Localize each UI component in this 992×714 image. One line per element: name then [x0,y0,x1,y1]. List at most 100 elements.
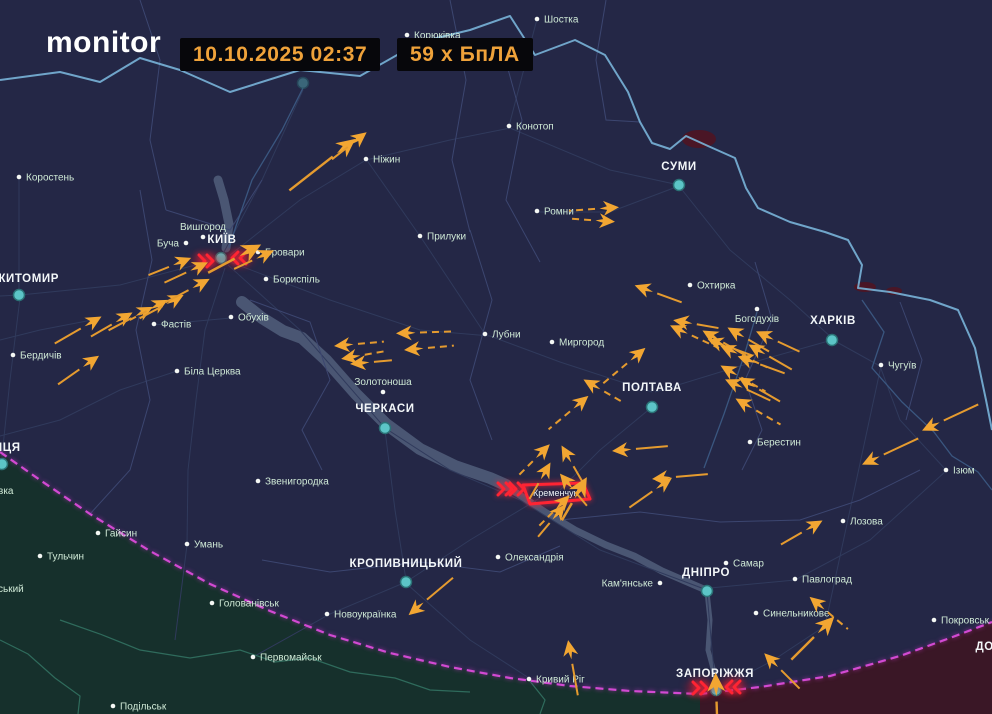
river [229,88,303,248]
timestamp-badge: 10.10.2025 02:37 [180,38,380,71]
city-marker: СУМИ [661,161,697,191]
drone-icon[interactable] [919,398,982,438]
drone-icon[interactable] [632,278,684,309]
drone-trail [365,351,387,355]
town-marker: Прилуки [418,232,466,243]
town-label: ський [0,584,24,595]
town-dot [38,554,43,559]
town-dot [405,33,410,38]
ukraine-map[interactable]: КременчукКорюківкаШосткаКонотопНіжинРомн… [0,0,992,714]
town-label: Первомайськ [260,653,322,664]
monitor-logo: monitor [46,26,161,60]
city-dot [14,290,25,301]
drone-icon[interactable] [651,467,708,487]
drone-icon[interactable] [859,432,922,472]
drone-shape [569,390,594,414]
town-label: Фастів [161,320,191,331]
drone-shape [722,373,746,395]
city-label: ЧЕРКАСИ [355,403,414,415]
town-dot [507,124,512,129]
drone-shape [717,359,741,382]
town-marker: Голованівськ [210,599,280,610]
drone-trail [358,342,384,344]
town-dot [111,704,116,709]
drone-icon[interactable] [753,325,803,359]
drone-icon[interactable] [569,200,620,218]
town-dot [418,234,423,239]
road-line [2,298,20,456]
town-dot [841,519,846,524]
city-dot [298,78,309,89]
drone-icon[interactable] [544,390,593,435]
town-dot [754,611,759,616]
drone-trail [760,364,784,373]
town-marker: Бориспіль [264,275,320,286]
drone-shape [759,648,783,672]
drone-shape [534,459,557,483]
no-alert-zone [0,452,700,714]
town-label: Новоукраїнка [334,610,397,621]
city-label: ДОНЕЦЬК [976,641,992,653]
drone-icon[interactable] [51,310,105,350]
drone-shape [611,442,632,459]
city-dot [0,459,8,470]
town-dot [944,468,949,473]
town-dot [11,353,16,358]
city-marker: ЖИТОМИР [0,273,59,301]
drone-trail [332,147,348,159]
town-dot [527,677,532,682]
road-line [710,471,946,588]
city-dot [702,586,713,597]
town-dot [210,601,215,606]
drone-shape [595,213,615,229]
town-label: Миргород [559,338,604,349]
town-label: Коростень [26,173,74,184]
town-label: Синельникове [763,609,830,620]
drone-icon[interactable] [745,338,796,376]
city-label: СУМИ [661,161,697,173]
drone-icon[interactable] [404,572,458,621]
town-marker: Лубни [483,329,521,341]
town-dot [535,209,540,214]
town-marker: Шостка [535,15,579,26]
town-label: Конотоп [516,122,554,133]
target-zone-label: Кременчук [533,488,578,498]
town-marker: вка [0,486,14,497]
drone-shape [189,272,213,294]
town-dot [229,315,234,320]
town-label: Подільськ [120,702,167,713]
drone-trail [636,446,668,449]
town-dot [550,340,555,345]
drone-icon[interactable] [162,272,213,309]
road-line [833,340,946,470]
city-dot [647,402,658,413]
drone-shape [802,514,826,537]
drone-trail [567,218,591,220]
drone-icon[interactable] [146,251,194,282]
drone-shape [919,416,943,438]
town-dot [483,332,488,337]
town-dot [264,277,269,282]
drone-shape [632,278,655,299]
drone-trail [944,404,978,420]
drone-trail [717,702,718,714]
city-label: ХАРКІВ [810,315,856,327]
town-marker: Коростень [17,173,75,184]
drone-icon[interactable] [333,334,384,353]
drone-icon[interactable] [567,211,616,229]
drone-trail [164,272,186,282]
drone-icon[interactable] [732,392,785,431]
town-dot [256,479,261,484]
drone-icon[interactable] [396,324,454,341]
drone-icon[interactable] [403,338,454,357]
drone-icon[interactable] [284,132,361,198]
city-dot [674,180,685,191]
town-dot [96,531,101,536]
town-dot [325,612,330,617]
town-dot [364,157,369,162]
drone-trail [676,474,708,477]
drone-shape [626,342,651,366]
town-marker: Звенигородка [256,477,330,488]
town-marker: Олександрія [496,553,564,564]
drone-icon[interactable] [611,439,668,459]
